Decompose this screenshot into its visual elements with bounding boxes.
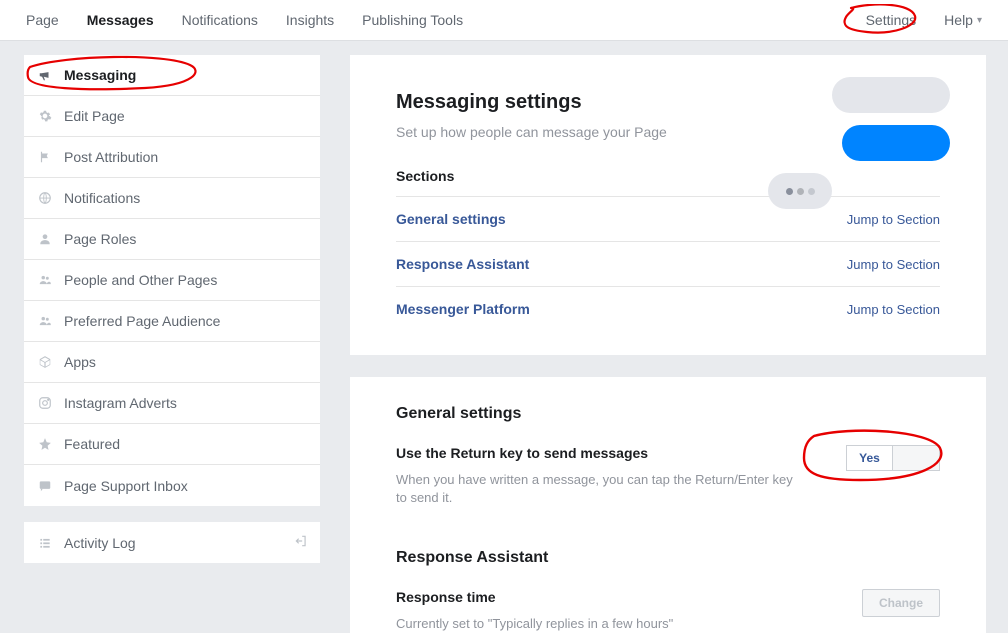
exit-icon [294, 534, 308, 551]
sidebar-list: Messaging Edit Page Post Attribution Not… [24, 55, 320, 506]
page-body: Messaging Edit Page Post Attribution Not… [0, 41, 1008, 633]
jump-link-general[interactable]: Jump to Section [847, 212, 940, 227]
settings-sidebar: Messaging Edit Page Post Attribution Not… [0, 41, 332, 633]
top-nav: Page Messages Notifications Insights Pub… [0, 0, 1008, 41]
return-key-toggle[interactable]: Yes [846, 445, 940, 471]
jump-link-ra[interactable]: Jump to Section [847, 257, 940, 272]
gear-icon [36, 107, 54, 125]
sidebar-item-support-inbox[interactable]: Page Support Inbox [24, 465, 320, 506]
sidebar-item-label: Activity Log [64, 535, 136, 551]
nav-help[interactable]: Help ▾ [930, 0, 996, 40]
nav-notifications[interactable]: Notifications [168, 0, 272, 40]
nav-publishing-tools[interactable]: Publishing Tools [348, 0, 477, 40]
sidebar-item-label: Instagram Adverts [64, 395, 177, 411]
section-link-general[interactable]: General settings [396, 211, 506, 227]
bubble-blue-icon [842, 125, 950, 161]
chat-icon [36, 477, 54, 495]
response-assistant-heading: Response Assistant [396, 549, 940, 567]
sidebar-item-label: Page Roles [64, 231, 136, 247]
sidebar-item-label: Featured [64, 436, 120, 452]
top-nav-left: Page Messages Notifications Insights Pub… [12, 0, 477, 40]
people-icon [36, 271, 54, 289]
toggle-no[interactable] [893, 446, 939, 470]
bubble-typing-icon [768, 173, 832, 209]
sidebar-item-featured[interactable]: Featured [24, 424, 320, 465]
general-settings-card: General settings Use the Return key to s… [350, 377, 986, 633]
section-link-mp[interactable]: Messenger Platform [396, 301, 530, 317]
instagram-icon [36, 394, 54, 412]
nav-help-label: Help [944, 12, 973, 28]
sidebar-item-label: Preferred Page Audience [64, 313, 220, 329]
flag-icon [36, 148, 54, 166]
megaphone-icon [36, 66, 54, 84]
setting-title: Response time [396, 589, 940, 605]
top-nav-right: Settings Help ▾ [852, 0, 996, 40]
jump-link-mp[interactable]: Jump to Section [847, 302, 940, 317]
person-icon [36, 230, 54, 248]
sidebar-list-2: Activity Log [24, 522, 320, 563]
sidebar-item-preferred-audience[interactable]: Preferred Page Audience [24, 301, 320, 342]
sidebar-item-page-roles[interactable]: Page Roles [24, 219, 320, 260]
star-icon [36, 435, 54, 453]
sidebar-item-post-attribution[interactable]: Post Attribution [24, 137, 320, 178]
nav-settings[interactable]: Settings [852, 0, 931, 40]
bubble-grey-icon [832, 77, 950, 113]
toggle-yes[interactable]: Yes [847, 446, 893, 470]
messaging-header-card: Messaging settings Set up how people can… [350, 55, 986, 355]
nav-page[interactable]: Page [12, 0, 73, 40]
sidebar-item-apps[interactable]: Apps [24, 342, 320, 383]
sidebar-item-label: Apps [64, 354, 96, 370]
sidebar-item-label: Messaging [64, 67, 136, 83]
setting-return-key: Use the Return key to send messages When… [396, 445, 940, 513]
section-row-messenger-platform: Messenger Platform Jump to Section [396, 286, 940, 331]
sidebar-item-label: Post Attribution [64, 149, 158, 165]
sidebar-separator [24, 506, 320, 522]
sidebar-item-label: Page Support Inbox [64, 478, 188, 494]
setting-change-wrap: Change [862, 589, 940, 617]
setting-description: Currently set to "Typically replies in a… [396, 615, 796, 633]
sidebar-item-messaging[interactable]: Messaging [24, 55, 320, 96]
sidebar-item-notifications[interactable]: Notifications [24, 178, 320, 219]
general-settings-heading: General settings [396, 405, 940, 423]
main-content: Messaging settings Set up how people can… [332, 41, 1008, 633]
chevron-down-icon: ▾ [977, 15, 982, 26]
sidebar-item-edit-page[interactable]: Edit Page [24, 96, 320, 137]
list-icon [36, 534, 54, 552]
cube-icon [36, 353, 54, 371]
sidebar-item-label: Notifications [64, 190, 140, 206]
sidebar-item-label: Edit Page [64, 108, 125, 124]
section-link-ra[interactable]: Response Assistant [396, 256, 529, 272]
decorative-chat-bubbles [780, 77, 950, 209]
globe-icon [36, 189, 54, 207]
sidebar-item-instagram[interactable]: Instagram Adverts [24, 383, 320, 424]
sidebar-item-people-pages[interactable]: People and Other Pages [24, 260, 320, 301]
section-row-response-assistant: Response Assistant Jump to Section [396, 241, 940, 286]
change-button[interactable]: Change [862, 589, 940, 617]
sidebar-item-activity-log[interactable]: Activity Log [24, 522, 320, 563]
nav-messages[interactable]: Messages [73, 0, 168, 40]
nav-insights[interactable]: Insights [272, 0, 348, 40]
setting-description: When you have written a message, you can… [396, 471, 796, 507]
setting-response-time: Response time Currently set to "Typicall… [396, 589, 940, 633]
people-icon [36, 312, 54, 330]
sidebar-item-label: People and Other Pages [64, 272, 217, 288]
setting-toggle-wrap: Yes [846, 445, 940, 471]
